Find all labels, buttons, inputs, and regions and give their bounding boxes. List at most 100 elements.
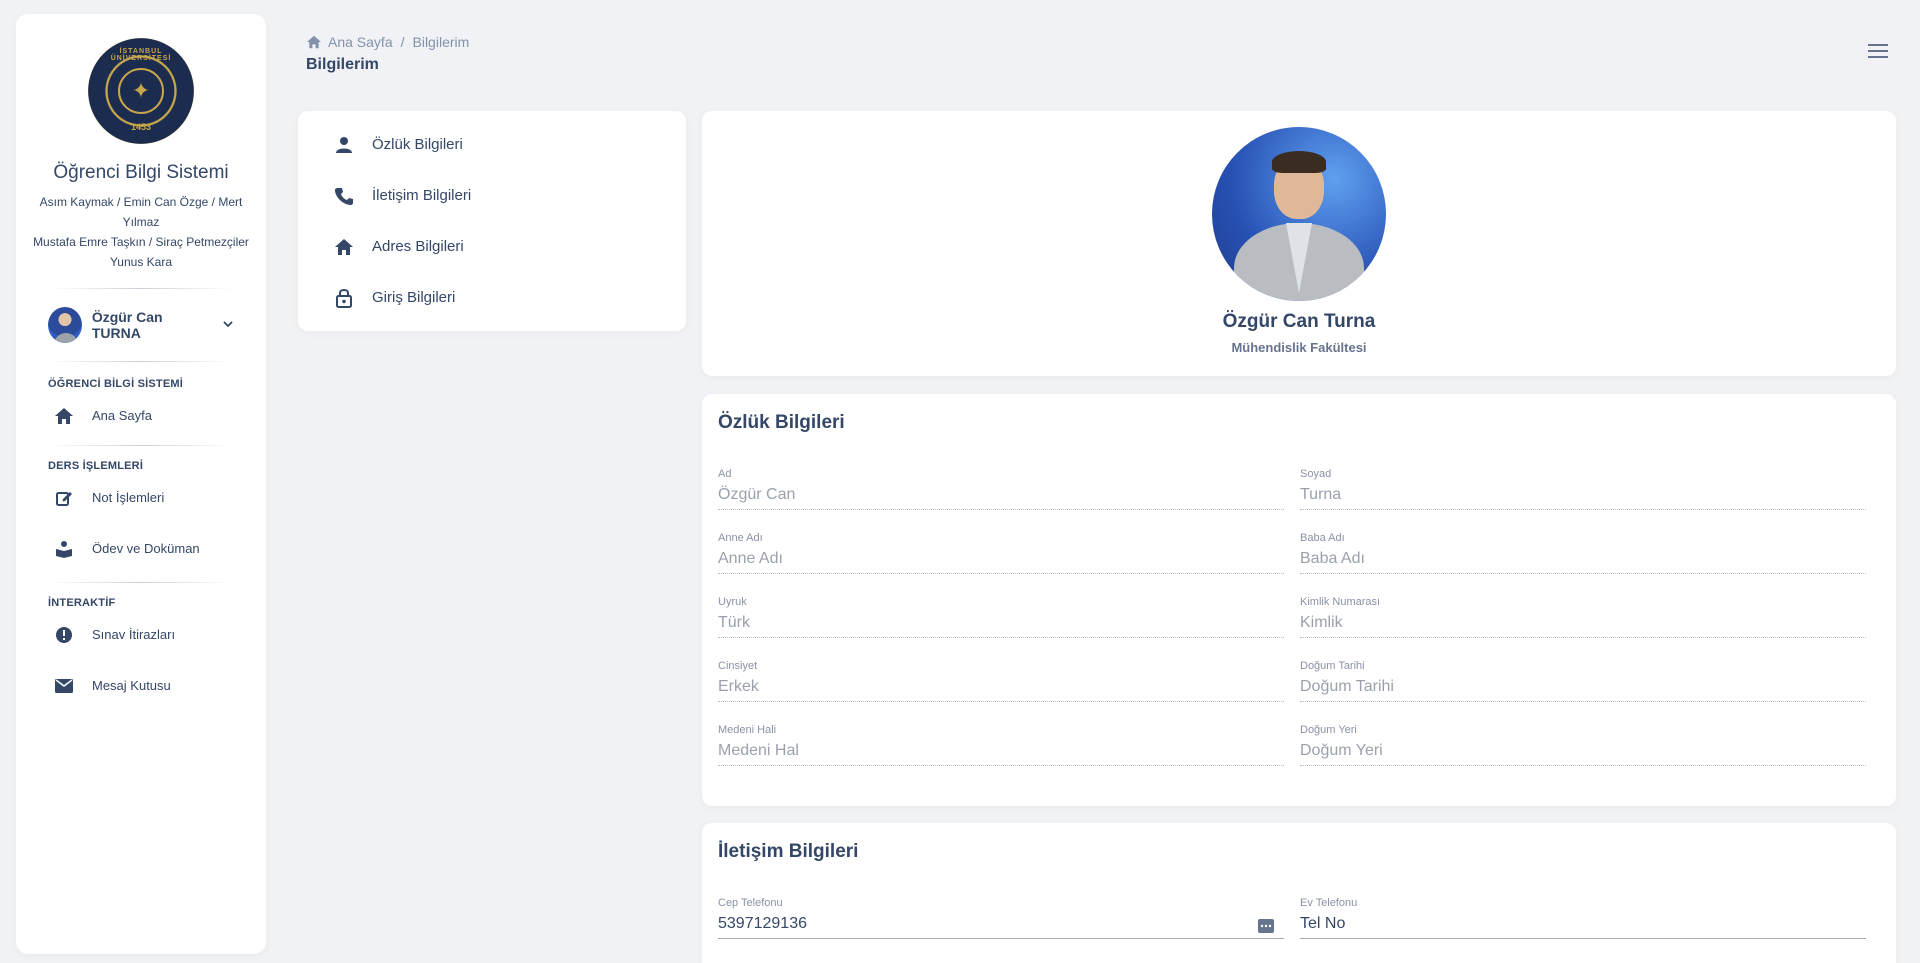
field-ev-telefonu[interactable]: Ev Telefonu Tel No [1300,897,1866,939]
phone-icon [334,187,354,205]
field-cep-telefonu[interactable]: Cep Telefonu 5397129136 [718,897,1284,939]
sidebar-item-label: Sınav İtirazları [92,627,176,642]
section-label-ders: DERS İŞLEMLERİ [48,460,144,472]
field-label: Anne Adı [718,532,763,544]
field-label: Soyad [1300,468,1332,480]
field-value[interactable]: Medeni Hal [718,742,1284,766]
card-title: İletişim Bilgileri [718,841,859,862]
field-value[interactable]: Tel No [1300,915,1866,939]
profile-card: Özgür Can Turna Mühendislik Fakültesi [702,111,1896,376]
profile-faculty: Mühendislik Fakültesi [1231,340,1367,355]
divider [48,445,234,446]
home-icon[interactable] [306,35,322,49]
sidebar: İSTANBUL ÜNİVERSİTESİ ✦ 1453 Öğrenci Bil… [16,14,266,954]
field-label: Uyruk [718,596,747,608]
user-name: Özgür Can TURNA [91,309,163,341]
envelope-icon [54,678,74,693]
authors: Asım Kaymak / Emin Can Özge / Mert Yılma… [16,192,266,272]
lock-icon [334,288,354,308]
info-menu: Özlük Bilgileri İletişim Bilgileri Adres… [298,111,686,331]
section-label-interaktif: İNTERAKTİF [48,597,116,609]
logo-year: 1453 [130,122,152,132]
field-soyad[interactable]: Soyad Turna [1300,468,1866,510]
section-label-obs: ÖĞRENCİ BİLGİ SİSTEMİ [48,378,183,390]
field-medeni-hali[interactable]: Medeni Hali Medeni Hal [718,724,1284,766]
field-value[interactable]: Türk [718,614,1284,638]
field-label: Medeni Hali [718,724,777,736]
field-dogum-yeri[interactable]: Doğum Yeri Doğum Yeri [1300,724,1866,766]
field-ad[interactable]: Ad Özgür Can [718,468,1284,510]
user-menu[interactable]: Özgür Can TURNA [16,305,266,345]
field-label: Doğum Yeri [1300,724,1357,736]
divider [48,582,234,583]
field-label: Kimlik Numarası [1300,596,1381,608]
field-label: Ad [718,468,732,480]
more-options-icon[interactable] [1258,919,1274,938]
breadcrumb: Ana Sayfa / Bilgilerim [306,34,469,50]
field-value[interactable]: Baba Adı [1300,550,1866,574]
ozluk-card: Özlük Bilgileri Ad Özgür Can Soyad Turna… [702,394,1896,806]
breadcrumb-separator: / [400,34,405,50]
sidebar-item-label: Ödev ve Doküman [92,541,200,556]
field-label: Cep Telefonu [718,897,783,909]
field-baba-adi[interactable]: Baba Adı Baba Adı [1300,532,1866,574]
info-menu-label: Giriş Bilgileri [372,289,456,306]
field-kimlik-numarasi[interactable]: Kimlik Numarası Kimlik [1300,596,1866,638]
field-value[interactable]: 5397129136 [718,915,1284,939]
card-title: Özlük Bilgileri [718,412,845,433]
university-logo[interactable]: İSTANBUL ÜNİVERSİTESİ ✦ 1453 [88,38,194,144]
field-value[interactable]: Kimlik [1300,614,1866,638]
field-label: Doğum Tarihi [1300,660,1365,672]
app-title: Öğrenci Bilgi Sistemi [53,162,229,183]
home-icon [54,407,74,425]
field-value[interactable]: Anne Adı [718,550,1284,574]
sidebar-item-not-islemleri[interactable]: Not İşlemleri [16,472,266,523]
breadcrumb-home-link[interactable]: Ana Sayfa [328,34,393,50]
authors-line: Mustafa Emre Taşkın / Siraç Petmezçiler [33,235,249,249]
field-value[interactable]: Doğum Tarihi [1300,678,1866,702]
chevron-down-icon [222,318,234,333]
divider [48,361,234,362]
breadcrumb-current: Bilgilerim [412,34,470,50]
info-menu-item-adres[interactable]: Adres Bilgileri [298,221,686,272]
avatar [48,307,82,343]
home-icon [334,238,354,256]
book-reader-icon [54,540,74,558]
sidebar-item-odev-dokuman[interactable]: Ödev ve Doküman [16,523,266,574]
info-menu-item-ozluk[interactable]: Özlük Bilgileri [298,119,686,170]
field-label: Baba Adı [1300,532,1345,544]
info-menu-item-giris[interactable]: Giriş Bilgileri [298,272,686,323]
sidebar-item-mesaj-kutusu[interactable]: Mesaj Kutusu [16,660,266,711]
field-value[interactable]: Özgür Can [718,486,1284,510]
divider [48,288,234,289]
info-menu-item-iletisim[interactable]: İletişim Bilgileri [298,170,686,221]
edit-icon [54,489,74,507]
info-menu-label: İletişim Bilgileri [372,187,472,204]
page-title: Bilgilerim [306,56,379,73]
field-label: Ev Telefonu [1300,897,1358,909]
field-anne-adi[interactable]: Anne Adı Anne Adı [718,532,1284,574]
person-icon [334,136,354,154]
logo-emblem-icon: ✦ [118,68,164,114]
authors-line: Asım Kaymak / Emin Can Özge / Mert Yılma… [39,195,243,229]
sidebar-item-label: Not İşlemleri [92,490,165,505]
field-cinsiyet[interactable]: Cinsiyet Erkek [718,660,1284,702]
sidebar-item-ana-sayfa[interactable]: Ana Sayfa [16,390,266,441]
field-dogum-tarihi[interactable]: Doğum Tarihi Doğum Tarihi [1300,660,1866,702]
field-label: Cinsiyet [718,660,758,672]
authors-line: Yunus Kara [109,255,173,269]
info-menu-label: Özlük Bilgileri [372,136,463,153]
exclamation-circle-icon [54,626,74,644]
field-value[interactable]: Erkek [718,678,1284,702]
field-value[interactable]: Turna [1300,486,1866,510]
info-menu-label: Adres Bilgileri [372,238,464,255]
iletisim-card: İletişim Bilgileri Cep Telefonu 53971291… [702,823,1896,963]
profile-photo [1212,127,1386,301]
field-uyruk[interactable]: Uyruk Türk [718,596,1284,638]
sidebar-item-label: Mesaj Kutusu [92,678,171,693]
field-value[interactable]: Doğum Yeri [1300,742,1866,766]
sidebar-item-label: Ana Sayfa [92,408,152,423]
hamburger-menu-icon[interactable] [1868,44,1888,63]
sidebar-item-sinav-itirazlari[interactable]: Sınav İtirazları [16,609,266,660]
profile-name: Özgür Can Turna [1222,311,1376,332]
